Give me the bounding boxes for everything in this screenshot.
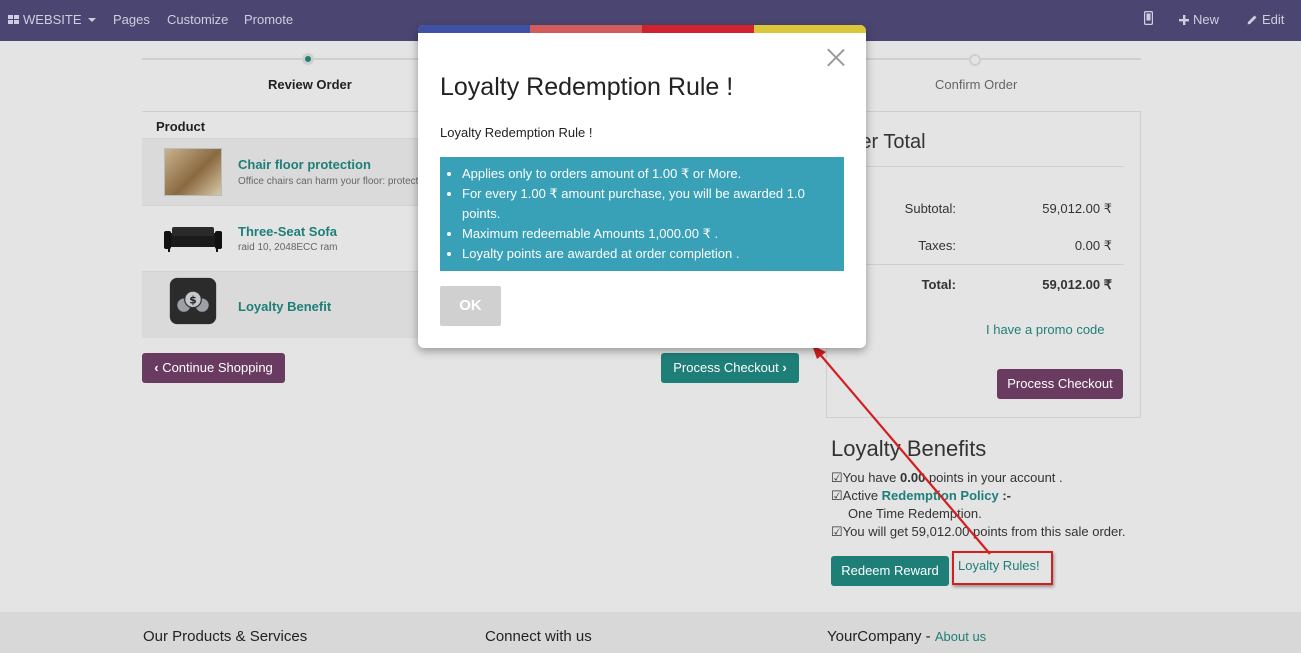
table-row: $ Loyalty Benefit (142, 271, 442, 338)
process-checkout-button-side[interactable]: Process Checkout (997, 369, 1123, 399)
modal-subtitle: Loyalty Redemption Rule ! (440, 125, 593, 140)
earn-points-line: ☑You will get 59,012.00 points from this… (831, 524, 1126, 539)
mobile-preview-button[interactable] (1143, 10, 1154, 28)
points-prefix: ☑You have (831, 470, 901, 485)
order-total-panel: Order Total Subtotal: 59,012.00 ₹ Taxes:… (826, 111, 1141, 418)
step-confirm-dot (969, 54, 981, 66)
taxes-label: Taxes: (918, 238, 956, 253)
process-checkout-button[interactable]: Process Checkout › (661, 353, 799, 383)
product-column-header: Product (156, 119, 206, 134)
continue-shopping-button[interactable]: ‹ Continue Shopping (142, 353, 285, 383)
ok-button[interactable]: OK (440, 286, 501, 326)
plus-icon (1179, 15, 1189, 25)
mobile-icon (1143, 10, 1154, 26)
modal-color-bar-2 (530, 25, 642, 33)
edit-label: Edit (1262, 12, 1285, 27)
active-prefix: ☑Active (831, 488, 882, 503)
chevron-left-icon: ‹ (154, 360, 159, 375)
rule-item: Loyalty points are awarded at order comp… (462, 244, 844, 264)
table-row: Chair floor protection Office chairs can… (142, 138, 442, 205)
loyalty-rule-modal: Loyalty Redemption Rule ! Loyalty Redemp… (418, 25, 866, 348)
total-value: 59,012.00 ₹ (1042, 277, 1112, 292)
company-separator: - (921, 628, 935, 645)
modal-color-bar-1 (418, 25, 530, 33)
divider (841, 166, 1124, 167)
modal-color-bar-3 (642, 25, 754, 33)
caret-down-icon (87, 18, 96, 22)
active-policy-line: ☑Active Redemption Policy :- (831, 488, 1011, 504)
product-name-link[interactable]: Loyalty Benefit (238, 299, 331, 314)
redeem-reward-button[interactable]: Redeem Reward (831, 556, 949, 586)
divider (841, 264, 1124, 265)
step-review-label: Review Order (268, 77, 352, 92)
edit-button[interactable]: Edit (1247, 12, 1284, 27)
product-name-link[interactable]: Three-Seat Sofa (238, 224, 337, 239)
subtotal-label: Subtotal: (904, 201, 956, 216)
rule-item: Applies only to orders amount of 1.00 ₹ … (462, 164, 844, 184)
promo-code-link[interactable]: I have a promo code (986, 322, 1105, 337)
step-review-dot (302, 53, 314, 65)
loyalty-rules-link[interactable]: Loyalty Rules! (958, 558, 1040, 573)
product-description: Office chairs can harm your floor: prote… (238, 176, 419, 187)
footer: Our Products & Services Connect with us … (0, 612, 1301, 653)
product-image-sofa[interactable] (164, 217, 222, 265)
subtotal-value: 59,012.00 ₹ (1042, 201, 1112, 216)
product-image-chair-mat[interactable] (164, 148, 222, 196)
points-balance-line: ☑You have 0.00 points in your account . (831, 470, 1063, 486)
product-name-link[interactable]: Chair floor protection (238, 157, 371, 172)
product-table-header: Product (142, 111, 442, 138)
rule-item: Maximum redeemable Amounts 1,000.00 ₹ . (462, 224, 844, 244)
rule-item: For every 1.00 ₹ amount purchase, you wi… (462, 184, 844, 224)
new-button[interactable]: New (1179, 12, 1219, 27)
modal-title: Loyalty Redemption Rule ! (440, 73, 734, 101)
company-name: YourCompany (827, 628, 922, 645)
footer-company: YourCompany - About us (827, 628, 986, 645)
taxes-value: 0.00 ₹ (1074, 238, 1112, 253)
menu-customize[interactable]: Customize (167, 12, 228, 27)
menu-pages[interactable]: Pages (113, 12, 150, 27)
footer-connect-heading: Connect with us (485, 628, 592, 645)
svg-text:$: $ (189, 293, 196, 306)
loyalty-benefits-title: Loyalty Benefits (831, 436, 987, 461)
process-checkout-label: Process Checkout (673, 360, 779, 375)
product-description: raid 10, 2048ECC ram (238, 242, 338, 253)
chevron-right-icon: › (782, 360, 787, 375)
modal-color-bar-4 (754, 25, 866, 33)
rules-info-box: Applies only to orders amount of 1.00 ₹ … (440, 157, 844, 271)
new-label: New (1193, 12, 1220, 27)
apps-grid-icon (8, 15, 20, 25)
policy-suffix: :- (998, 488, 1011, 503)
continue-shopping-label: Continue Shopping (162, 360, 273, 375)
points-value: 0.00 (900, 470, 926, 485)
table-row: Three-Seat Sofa raid 10, 2048ECC ram (142, 205, 442, 271)
total-label: Total: (921, 277, 956, 292)
footer-products-heading: Our Products & Services (143, 628, 308, 645)
website-menu[interactable]: WEBSITE (8, 12, 96, 27)
website-menu-label: WEBSITE (23, 12, 82, 27)
product-image-loyalty-coins[interactable]: $ (164, 277, 222, 325)
menu-promote[interactable]: Promote (244, 12, 293, 27)
step-confirm-label: Confirm Order (935, 77, 1018, 92)
close-icon[interactable] (826, 47, 846, 67)
points-suffix: points in your account . (925, 470, 1063, 485)
about-us-link[interactable]: About us (935, 629, 986, 644)
redemption-policy-link[interactable]: Redemption Policy (882, 488, 999, 503)
pencil-icon (1247, 15, 1257, 25)
policy-detail: One Time Redemption. (848, 506, 982, 521)
